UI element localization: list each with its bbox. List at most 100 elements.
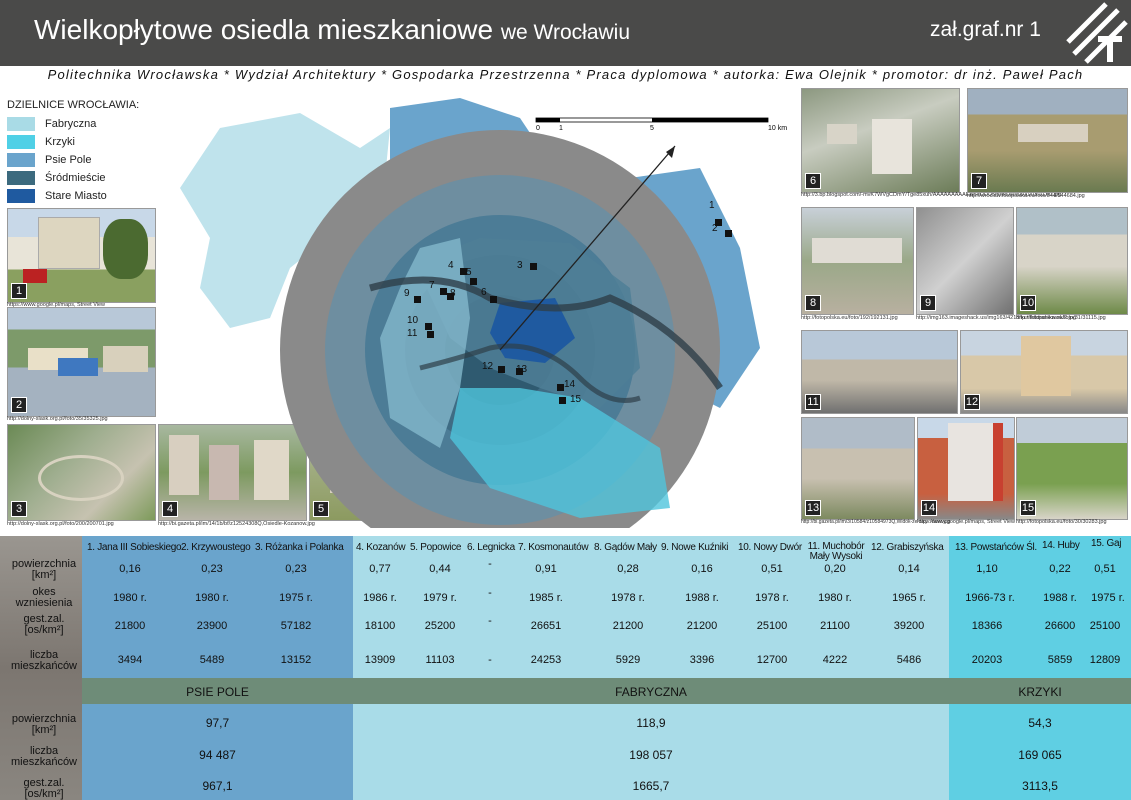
scale-bar: 0 1 5 10 km <box>535 117 787 132</box>
svg-text:13: 13 <box>516 364 528 375</box>
cell-area: 0,51 <box>761 563 783 575</box>
estate-header: 3. Różanka i Polanka <box>255 542 344 553</box>
photo-9: 9 <box>916 207 1014 315</box>
cell-density: 21200 <box>686 620 718 632</box>
cell-population: 20203 <box>971 654 1003 666</box>
cell-year: 1978 r. <box>611 592 645 604</box>
estate-header: 11. Muchobór Mały Wysoki <box>807 541 865 562</box>
cell-density: 26651 <box>530 620 562 632</box>
cell-population: - <box>488 654 492 666</box>
legend-title: DZIELNICE WROCŁAWIA: <box>7 99 140 111</box>
statistics-table: powierzchnia [km²] okes wzniesienia gest… <box>0 536 1131 800</box>
svg-text:12: 12 <box>482 361 494 372</box>
photo-caption: http://fotopolska.eu/foto/30/30283.jpg <box>1016 519 1107 525</box>
cell-population: 4222 <box>822 654 848 666</box>
district-population: 198 057 <box>629 748 673 762</box>
district-density: 3113,5 <box>1022 779 1058 793</box>
photo-6: 6 <box>801 88 960 193</box>
cell-area: 0,16 <box>691 563 713 575</box>
cell-density: 25100 <box>756 620 788 632</box>
photo-15: 15 <box>1016 417 1128 520</box>
district-map: 0 1 5 10 km 1 2 3 4 5 6 7 8 9 10 11 12 1… <box>180 98 787 528</box>
legend-item: Psie Pole <box>7 151 139 169</box>
cell-year: 1975 r. <box>279 592 313 604</box>
row-label: powierzchnia [km²] <box>11 713 77 736</box>
svg-text:7: 7 <box>429 280 435 291</box>
legend-item: Krzyki <box>7 133 139 151</box>
district-area: 97,7 <box>205 716 230 730</box>
photo-caption: http://wroclaw.fotopolska.eu/foto/544/54… <box>967 193 1085 199</box>
attachment-label: zał.graf.nr 1 <box>930 18 1041 41</box>
cell-year: 1980 r. <box>195 592 229 604</box>
cell-year: 1985 r. <box>529 592 563 604</box>
photo-7: 7 <box>967 88 1128 193</box>
row-label: gest.zal. [os/km²] <box>23 777 65 800</box>
svg-text:1: 1 <box>559 125 563 132</box>
cell-year: 1988 r. <box>1043 592 1077 604</box>
estate-header: 12. Grabiszyńska <box>871 542 944 553</box>
photo-11: 11 <box>801 330 958 414</box>
cell-population: 3494 <box>117 654 143 666</box>
cell-year: 1988 r. <box>685 592 719 604</box>
cell-density: - <box>488 615 492 627</box>
cell-population: 5929 <box>615 654 641 666</box>
row-label: liczba mieszkańców <box>10 649 78 672</box>
photo-10: 10 <box>1016 207 1128 315</box>
district-population: 94 487 <box>199 748 236 762</box>
cell-year: 1980 r. <box>113 592 147 604</box>
header-bar: Wielkopłytowe osiedla mieszkaniowe we Wr… <box>0 0 1131 66</box>
cell-density: 39200 <box>893 620 925 632</box>
district-density: 967,1 <box>202 779 233 793</box>
photo-13: 13 <box>801 417 915 520</box>
cell-population: 5486 <box>896 654 922 666</box>
estate-header: 9. Nowe Kuźniki <box>661 542 729 553</box>
district-name: PSIE POLE <box>186 685 249 699</box>
cell-density: 18366 <box>971 620 1003 632</box>
estate-header: 13. Powstańców Śl. <box>955 542 1037 553</box>
cell-area: 0,14 <box>898 563 920 575</box>
svg-text:4: 4 <box>448 260 454 271</box>
cell-area: 0,77 <box>369 563 391 575</box>
district-area: 54,3 <box>1028 716 1052 730</box>
cell-area: 0,91 <box>535 563 557 575</box>
cell-year: 1966-73 r. <box>965 592 1015 604</box>
estate-header: 7. Kosmonautów <box>518 542 589 553</box>
university-logo-icon <box>1066 2 1128 64</box>
cell-year: 1965 r. <box>892 592 926 604</box>
svg-text:6: 6 <box>481 287 487 298</box>
photo-2: 2 <box>7 307 156 417</box>
photo-1: 1 <box>7 208 156 303</box>
district-density: 1665,7 <box>632 779 670 793</box>
svg-text:3: 3 <box>517 260 523 271</box>
cell-year: 1978 r. <box>755 592 789 604</box>
photo-caption: http://dolny-slask.org.pl/foto/35/35325.… <box>7 416 108 422</box>
svg-text:14: 14 <box>564 379 576 390</box>
estate-header: 14. Huby <box>1042 540 1080 551</box>
estate-header: 6. Legnicka <box>467 542 515 553</box>
cell-area: 0,23 <box>285 563 307 575</box>
row-label: powierzchnia [km²] <box>11 558 77 581</box>
page-title: Wielkopłytowe osiedla mieszkaniowe we Wr… <box>34 14 631 45</box>
district-population: 169 065 <box>1018 748 1062 762</box>
cell-population: 13909 <box>364 654 396 666</box>
svg-text:15: 15 <box>570 394 582 405</box>
estate-header: 4. Kozanów <box>356 542 406 553</box>
photo-caption: http://fotopolska.eu/foto/192/192131.jpg <box>801 315 898 321</box>
cell-density: 18100 <box>364 620 396 632</box>
estate-header: 15. Gaj <box>1091 538 1122 549</box>
svg-text:9: 9 <box>404 288 410 299</box>
cell-population: 12700 <box>756 654 788 666</box>
cell-population: 13152 <box>280 654 312 666</box>
row-label: gest.zal. [os/km²] <box>23 613 65 636</box>
cell-year: - <box>488 587 492 599</box>
district-name: KRZYKI <box>1018 685 1062 699</box>
cell-density: 21200 <box>612 620 644 632</box>
legend-item: Stare Miasto <box>7 187 139 205</box>
legend-item: Fabryczna <box>7 115 139 133</box>
photo-12: 12 <box>960 330 1128 414</box>
subtitle: Politechnika Wrocławska * Wydział Archit… <box>47 67 1084 82</box>
cell-density: 25100 <box>1089 620 1121 632</box>
photo-caption: https://www.google.pl/maps, Street View <box>917 519 1016 525</box>
estate-header: 8. Gądów Mały <box>594 542 657 553</box>
cell-density: 23900 <box>196 620 228 632</box>
